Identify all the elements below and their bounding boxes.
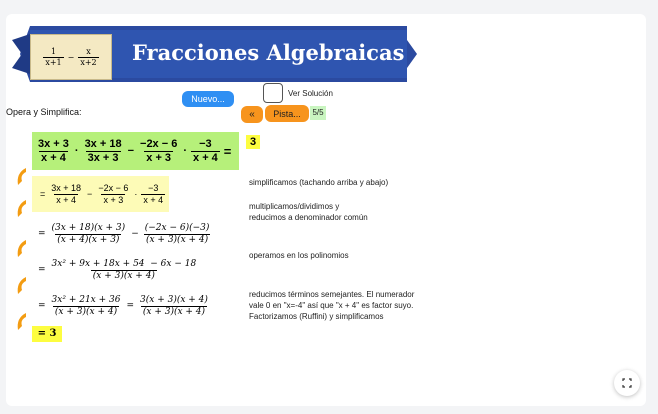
step-counter: 5/5 <box>310 106 326 120</box>
step-2-note-line1: multiplicamos/dividimos y <box>249 202 340 211</box>
step-arrow-icon <box>17 313 26 330</box>
step-1-expression: = 3x + 18 x + 4 − −2x − 6x + 3 · −3 x + 4 <box>32 176 170 212</box>
step-arrow-icon <box>17 240 26 257</box>
ver-solucion-checkbox[interactable] <box>263 83 283 103</box>
step-3-note: operamos en los polinomios <box>249 251 349 260</box>
step-3-expression: = 3x² + 9x + 18x + 54 − 6x − 18 (x + 3)(x… <box>38 259 197 281</box>
step-arrow-icon <box>17 277 26 294</box>
step-4-note-line1: reducimos términos semejantes. El numera… <box>249 290 415 299</box>
step-2-expression: = (3x + 18)(x + 3) (x + 4)(x + 3) − (−2x … <box>38 223 211 245</box>
applet-card: 1 x+1 − x x+2 Fracciones Algebraicas Opera… <box>6 14 646 406</box>
step-4-note: reducimos términos semejantes. El numera… <box>249 289 414 322</box>
problem-expression: 3x + 3x + 4 · 3x + 18 3x + 3 − −2x − 6x +… <box>32 132 240 170</box>
fullscreen-button[interactable] <box>614 370 640 396</box>
step-arrow-icon <box>17 168 26 185</box>
problem-answer: 3 <box>246 135 260 149</box>
step-2-note: multiplicamos/dividimos y reducimos a de… <box>249 201 368 223</box>
back-button[interactable]: « <box>241 106 263 123</box>
step-4-note-line2: vale 0 en "x=-4" así que "x + 4" es fact… <box>249 301 414 310</box>
fullscreen-icon <box>622 378 632 388</box>
page-title: Fracciones Algebraicas <box>132 40 405 65</box>
nuevo-button[interactable]: Nuevo... <box>182 91 234 107</box>
ver-solucion-label: Ver Solución <box>288 89 333 98</box>
step-arrow-icon <box>17 200 26 217</box>
step-1-note: simplificamos (tachando arriba y abajo) <box>249 178 389 187</box>
instruction-label: Opera y Simplifica: <box>6 107 82 117</box>
final-result: = 3 <box>32 326 62 342</box>
pista-button[interactable]: Pista... <box>265 105 309 122</box>
step-4-expression: = 3x² + 21x + 36 (x + 3)(x + 4) = 3(x + 3… <box>38 295 208 317</box>
step-2-note-line2: reducimos a denominador común <box>249 213 368 222</box>
logo-fraction-box: 1 x+1 − x x+2 <box>30 34 112 80</box>
step-4-note-line3: Factorizamos (Ruffini) y simplificamos <box>249 312 384 321</box>
